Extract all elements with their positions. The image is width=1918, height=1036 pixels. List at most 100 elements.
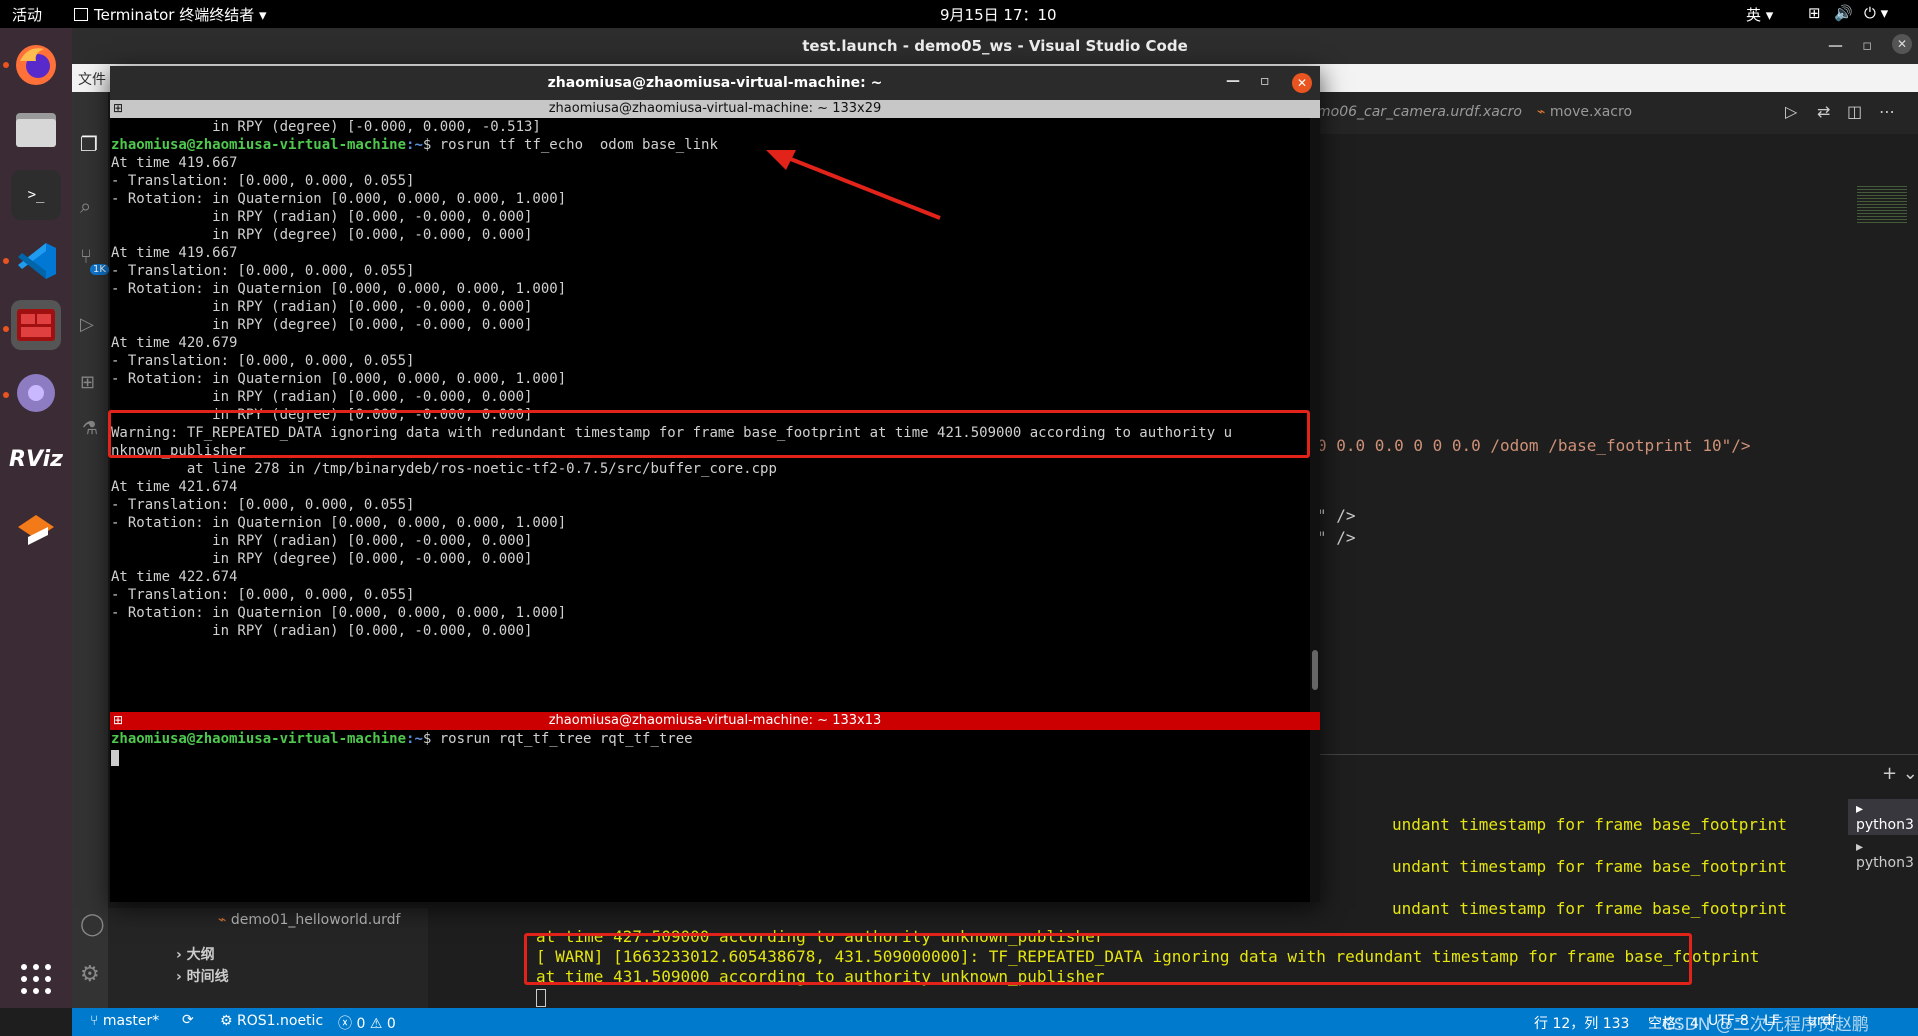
split-editor-icon[interactable]: ◫ <box>1847 102 1862 121</box>
running-indicator <box>3 258 9 264</box>
problems-status[interactable]: ⓧ 0 ⚠ 0 <box>338 1013 396 1033</box>
terminal-line: in RPY (degree) [0.000, -0.000, 0.000] <box>111 227 533 243</box>
vscode-icon[interactable] <box>11 236 61 286</box>
terminal-list-item[interactable]: ▸ python3 <box>1848 835 1918 873</box>
source-control-badge: 1K <box>90 264 109 275</box>
pane2-scrollbar[interactable] <box>1310 730 1320 902</box>
source-control-icon[interactable]: ⑂ <box>80 244 92 268</box>
extensions-icon[interactable]: ⊞ <box>80 372 95 393</box>
app-menu[interactable]: Terminator 终端终结者 ▾ <box>74 4 267 25</box>
show-applications-icon[interactable] <box>11 954 61 1004</box>
cursor-position[interactable]: 行 12，列 133 <box>1534 1013 1629 1033</box>
files-icon[interactable] <box>11 104 61 154</box>
search-icon[interactable]: ⌕ <box>80 194 91 218</box>
running-indicator <box>3 392 9 398</box>
terminal-line: zhaomiusa@zhaomiusa-virtual-machine:~$ r… <box>111 730 693 748</box>
terminal-line: - Translation: [0.000, 0.000, 0.055] <box>111 497 415 513</box>
test-icon[interactable]: ⚗ <box>82 418 98 439</box>
terminal-line: At time 422.674 <box>111 569 238 585</box>
terminal-list: ▸ python3 ▸ python3 <box>1848 799 1918 873</box>
pane2-title-bar[interactable]: ⊞ zhaomiusa@zhaomiusa-virtual-machine: ~… <box>110 712 1320 730</box>
editor-line: " /> <box>1317 506 1356 525</box>
clock[interactable]: 9月15日 17：10 <box>940 4 1057 25</box>
input-method-label: 英 <box>1746 6 1762 24</box>
power-icon[interactable]: ⏻ ▾ <box>1864 4 1888 22</box>
command-text: $ rosrun rqt_tf_tree rqt_tf_tree <box>422 731 693 747</box>
terminator-window-title: zhaomiusa@zhaomiusa-virtual-machine: ~ <box>547 75 883 91</box>
activities-button[interactable]: 活动 <box>12 4 42 25</box>
prompt-path: :~ <box>406 731 423 747</box>
outline-section[interactable]: › 大纲 <box>176 944 215 964</box>
settings-gear-icon[interactable]: ⚙ <box>80 962 100 987</box>
ubuntu-software-icon[interactable] <box>11 502 61 552</box>
minimize-icon[interactable]: — <box>1828 36 1843 54</box>
run-icon[interactable]: ▷ <box>1785 102 1797 121</box>
tab-car-camera[interactable]: mo06_car_camera.urdf.xacro <box>1317 104 1522 120</box>
command-text: $ rosrun tf tf_echo odom base_link <box>422 137 718 153</box>
file-name: demo01_helloworld.urdf <box>230 912 401 928</box>
terminal-line: - Rotation: in Quaternion [0.000, 0.000,… <box>111 191 567 207</box>
vscode-title-bar: test.launch - demo05_ws - Visual Studio … <box>72 28 1918 64</box>
terminal-line: - Rotation: in Quaternion [0.000, 0.000,… <box>111 371 567 387</box>
timeline-section[interactable]: › 时间线 <box>176 966 229 986</box>
terminator-icon[interactable] <box>11 300 61 350</box>
terminal-list-item-label: python3 <box>1856 855 1914 871</box>
minimize-icon[interactable]: — <box>1226 73 1240 89</box>
branch-status[interactable]: ⑂ master* <box>90 1013 159 1029</box>
close-icon[interactable]: ✕ <box>1292 73 1312 93</box>
branch-label: master* <box>102 1013 160 1029</box>
editor-tabs: mo06_car_camera.urdf.xacro ⌁ move.xacro … <box>1317 92 1918 134</box>
editor-line: 0 0.0 0.0 0 0 0.0 /odom /base_footprint … <box>1317 436 1751 455</box>
pane1-scrollbar[interactable] <box>1310 118 1320 712</box>
editor-area[interactable]: 0 0.0 0.0 0 0 0.0 /odom /base_footprint … <box>1317 134 1918 734</box>
tab-move-xacro[interactable]: ⌁ move.xacro <box>1537 104 1632 120</box>
network-icon[interactable]: ⊞ <box>1808 4 1821 22</box>
panel-line: undant timestamp for frame base_footprin… <box>1392 857 1787 876</box>
terminal-line: - Translation: [0.000, 0.000, 0.055] <box>111 587 415 603</box>
gnome-top-bar: 活动 Terminator 终端终结者 ▾ 9月15日 17：10 英 ▾ ⊞ … <box>0 0 1918 28</box>
timeline-label: 时间线 <box>186 969 229 985</box>
terminal-app-icon <box>74 8 88 21</box>
terminal-pane-bottom[interactable]: zhaomiusa@zhaomiusa-virtual-machine:~$ r… <box>110 730 1310 902</box>
rviz-icon[interactable]: RViz <box>9 434 63 484</box>
volume-icon[interactable]: 🔊 <box>1834 4 1853 22</box>
watermark: CSDN @二次元程序员赵鹏 <box>1662 1015 1869 1035</box>
status-bar: ⑂ master* ⟳ ⚙ ROS1.noetic ⓧ 0 ⚠ 0 行 12，列… <box>72 1008 1918 1036</box>
maximize-icon[interactable]: ▫ <box>1260 73 1270 89</box>
terminal-list-item-label: python3 <box>1856 817 1914 833</box>
firefox-icon[interactable] <box>11 40 61 90</box>
terminal-line: in RPY (degree) [0.000, -0.000, 0.000] <box>111 317 533 333</box>
maximize-icon[interactable]: ▫ <box>1862 36 1872 54</box>
explorer-icon[interactable]: ❐ <box>80 132 98 156</box>
terminal-line: zhaomiusa@zhaomiusa-virtual-machine:~$ r… <box>111 136 718 154</box>
terminal-line: At time 421.674 <box>111 479 238 495</box>
terminal-line: - Rotation: in Quaternion [0.000, 0.000,… <box>111 605 567 621</box>
pane1-title-bar[interactable]: ⊞ zhaomiusa@zhaomiusa-virtual-machine: ~… <box>110 100 1320 118</box>
tab-move-xacro-label: move.xacro <box>1549 104 1633 120</box>
new-terminal-icon[interactable]: + ⌄ <box>1882 763 1918 784</box>
debug-icon[interactable]: ▷ <box>80 314 94 335</box>
app-menu-label: Terminator 终端终结者 <box>94 6 255 24</box>
ros-status[interactable]: ⚙ ROS1.noetic <box>220 1013 323 1029</box>
running-indicator <box>3 326 9 332</box>
terminal-icon[interactable]: >_ <box>11 170 61 220</box>
menu-file[interactable]: 文件 <box>78 69 106 89</box>
app-icon[interactable] <box>11 368 61 418</box>
input-method[interactable]: 英 ▾ <box>1746 4 1773 25</box>
terminal-line: in RPY (radian) [0.000, -0.000, 0.000] <box>111 209 533 225</box>
terminal-line: - Rotation: in Quaternion [0.000, 0.000,… <box>111 281 567 297</box>
activity-bar: ❐ ⌕ ⑂ 1K ▷ ⊞ ⚗ ◯ ⚙ <box>72 92 109 1008</box>
more-actions-icon[interactable]: ⋯ <box>1879 102 1895 121</box>
sync-icon[interactable]: ⟳ <box>182 1012 194 1028</box>
compare-icon[interactable]: ⇄ <box>1817 102 1830 121</box>
account-icon[interactable]: ◯ <box>80 912 105 937</box>
scrollbar-thumb[interactable] <box>1312 650 1318 690</box>
terminal-line: - Translation: [0.000, 0.000, 0.055] <box>111 353 415 369</box>
close-icon[interactable]: ✕ <box>1892 34 1912 54</box>
dock: >_ RViz <box>0 28 72 1008</box>
minimap[interactable] <box>1857 184 1907 224</box>
terminal-line: at line 278 in /tmp/binarydeb/ros-noetic… <box>111 461 777 477</box>
file-item[interactable]: ⌁ demo01_helloworld.urdf <box>218 912 400 928</box>
terminal-list-item[interactable]: ▸ python3 <box>1848 799 1918 835</box>
terminator-title-bar: zhaomiusa@zhaomiusa-virtual-machine: ~ —… <box>110 66 1320 100</box>
